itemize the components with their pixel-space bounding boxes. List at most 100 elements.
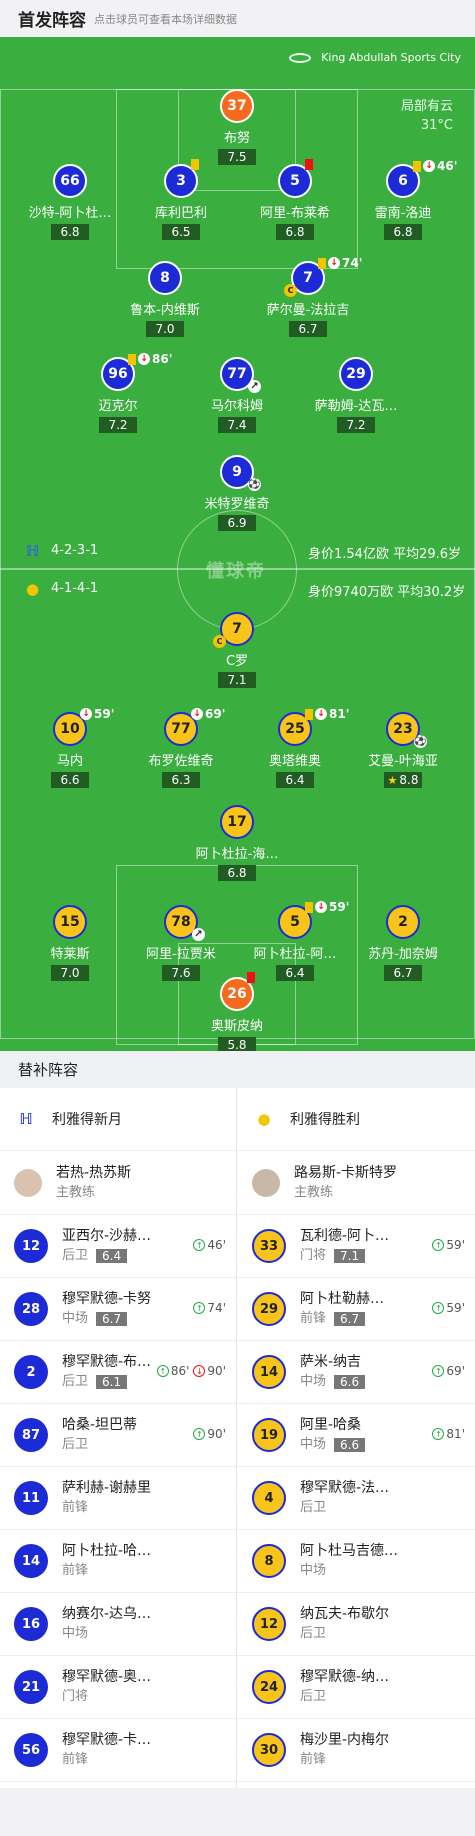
player-rating: 6.9 [218, 515, 256, 531]
player-home-d1[interactable]: 66 沙特-阿卜杜… 6.8 [15, 164, 125, 240]
player-rating: 6.8 [384, 224, 422, 240]
player-away-m4[interactable]: 23 ⚽ 艾曼-叶海亚 ★ 8.8 [348, 712, 458, 788]
jersey-number: 8 [148, 261, 182, 295]
player-away-d2[interactable]: 78 ↗ 阿里-拉贾米 7.6 [126, 905, 236, 981]
coach-name: 若热-热苏斯 [56, 1164, 132, 1181]
home-team-info: ℍ 4-2-3-1 身价1.54亿欧 平均29.6岁 [0, 539, 475, 563]
player-home-gk[interactable]: 37 布努 7.5 [182, 89, 292, 165]
player-name: 萨米-纳吉 [300, 1354, 362, 1370]
away-team-row[interactable]: ● 利雅得胜利 [238, 1088, 475, 1151]
player-away-d4[interactable]: 2 苏丹-加奈姆 6.7 [348, 905, 458, 981]
yellow-card-icon [413, 160, 421, 172]
player-rating: 7.5 [218, 149, 256, 165]
weather-text: 局部有云 [400, 99, 453, 114]
player-rating: 6.4 [276, 772, 314, 788]
header-hint: 点击球员可查看本场详细数据 [94, 12, 237, 26]
weather: 局部有云 31°C [401, 97, 453, 135]
jersey-number: 14 [14, 1544, 48, 1578]
player-position: 前锋 [62, 1563, 89, 1578]
home-coach-row[interactable]: 若热-热苏斯 主教练 [0, 1151, 236, 1215]
coach-avatar [252, 1168, 280, 1197]
player-rating: 7.4 [218, 417, 256, 433]
player-home-a2[interactable]: 77 ↗ 马尔科姆 7.4 [182, 357, 292, 433]
player-rating: 6.8 [218, 865, 256, 881]
player-name: 穆罕默德-奥… [62, 1669, 152, 1685]
player-name: 米特罗维奇 [204, 497, 270, 512]
sub-out-icon: ↓ [191, 708, 203, 720]
sub-player-row[interactable]: 56 穆罕默德-卡… 前锋 [0, 1719, 236, 1782]
sub-player-row[interactable]: 24 穆罕默德-纳… 后卫 [238, 1656, 475, 1719]
sub-player-row[interactable]: 14 萨米-纳吉 中场 6.6 ↑ 69' [238, 1341, 475, 1404]
sub-player-row[interactable]: 8 阿卜杜马吉德… 中场 [238, 1530, 475, 1593]
sub-events: ↑ 74' [193, 1301, 226, 1315]
sub-player-row[interactable]: 2 穆罕默德-布… 后卫 6.1 ↑ 86' ↓ 90' [0, 1341, 236, 1404]
jersey-number: 17 [220, 805, 254, 839]
sub-events: ↑ 69' [432, 1364, 465, 1378]
player-away-m3[interactable]: 25 ↓ 81' 奥塔维奥 6.4 [240, 707, 350, 788]
player-name: 穆罕默德-布… [62, 1354, 152, 1370]
player-position: 后卫 [62, 1248, 89, 1263]
player-home-m2[interactable]: 7 ↓ 74' C 萨尔曼-法拉吉 6.7 [253, 256, 363, 337]
card-badges [191, 159, 201, 170]
player-name: 迈克尔 [98, 399, 138, 414]
player-name: 萨利赫-谢赫里 [62, 1480, 152, 1496]
event-badges: ↓ 59' [80, 707, 114, 721]
sub-player-row[interactable]: 33 瓦利德-阿卜… 门将 7.1 ↑ 59' [238, 1215, 475, 1278]
sub-player-row[interactable]: 12 亚西尔-沙赫… 后卫 6.4 ↑ 46' [0, 1215, 236, 1278]
sub-events: ↑ 90' [193, 1427, 226, 1441]
player-away-m2[interactable]: 77 ↓ 69' 布罗佐维奇 6.3 [126, 707, 236, 788]
player-away-f1[interactable]: 7 C C罗 7.1 [182, 612, 292, 688]
player-home-d3[interactable]: 5 阿里-布莱希 6.8 [240, 159, 350, 240]
sub-player-row[interactable]: 4 穆罕默德-法… 后卫 [238, 1467, 475, 1530]
coach-avatar [14, 1168, 42, 1197]
jersey-number: 37 [220, 89, 254, 123]
player-away-d1[interactable]: 15 特莱斯 7.0 [15, 905, 125, 981]
player-name: 纳瓦夫-布歇尔 [300, 1606, 390, 1622]
star-icon: ★ [387, 774, 398, 787]
player-home-m1[interactable]: 8 鲁本-内维斯 7.0 [110, 261, 220, 337]
assist-icon: ↗ [192, 928, 205, 941]
venue-name: King Abdullah Sports City [321, 51, 461, 64]
jersey-circle: 23 ⚽ [386, 712, 427, 748]
jersey-circle: 5 [278, 159, 313, 198]
jersey-number: 30 [252, 1733, 286, 1767]
player-home-d2[interactable]: 3 库利巴利 6.5 [126, 159, 236, 240]
player-name: 雷南-洛迪 [374, 206, 432, 221]
player-home-d4[interactable]: 6 ↓ 46' 雷南-洛迪 6.8 [348, 159, 458, 240]
sub-player-row[interactable]: 87 哈桑-坦巴蒂 后卫 ↑ 90' [0, 1404, 236, 1467]
player-away-d3[interactable]: 5 ↓ 59' 阿卜杜拉-阿… 6.4 [240, 900, 350, 981]
sub-events: ↑ 81' [432, 1427, 465, 1441]
player-away-m1[interactable]: 10 ↓ 59' 马内 6.6 [15, 707, 125, 788]
player-name: 穆罕默德-卡… [62, 1732, 152, 1748]
sub-player-row[interactable]: 28 穆罕默德-卡努 中场 6.7 ↑ 74' [0, 1278, 236, 1341]
sub-out-icon: ↓ [315, 901, 327, 913]
player-home-a3[interactable]: 29 萨勒姆-达瓦… 7.2 [301, 357, 411, 433]
away-coach-row[interactable]: 路易斯-卡斯特罗 主教练 [238, 1151, 475, 1215]
sub-player-row[interactable]: 21 穆罕默德-奥… 门将 [0, 1656, 236, 1719]
player-away-dm[interactable]: 17 阿卜杜拉-海… 6.8 [182, 805, 292, 881]
home-team-row[interactable]: ℍ 利雅得新月 [0, 1088, 236, 1151]
away-crest-icon: ● [257, 1110, 271, 1128]
jersey-circle: 25 ↓ 81' [278, 707, 349, 746]
sub-player-row[interactable]: 30 梅沙里-内梅尔 前锋 [238, 1719, 475, 1782]
sub-player-row[interactable]: 11 萨利赫-谢赫里 前锋 [0, 1467, 236, 1530]
sub-player-row[interactable]: 14 阿卜杜拉-哈… 前锋 [0, 1530, 236, 1593]
player-away-gk[interactable]: 26 奥斯皮纳 5.8 [182, 972, 292, 1051]
jersey-number: 21 [14, 1670, 48, 1704]
player-home-a1[interactable]: 96 ↓ 86' 迈克尔 7.2 [63, 352, 173, 433]
goal-ball-icon: ⚽ [414, 735, 427, 748]
home-value-age: 身价1.54亿欧 平均29.6岁 [308, 547, 462, 562]
sub-out-icon: ↓ [423, 160, 435, 172]
pitch: King Abdullah Sports City 局部有云 31°C 懂球帝 … [0, 37, 475, 1051]
coach-role: 主教练 [56, 1184, 96, 1200]
team-name: 利雅得胜利 [290, 1112, 360, 1128]
sub-out-icon: ↓ [315, 708, 327, 720]
player-position: 前锋 [62, 1752, 89, 1767]
sub-player-row[interactable]: 29 阿卜杜勒赫… 前锋 6.7 ↑ 59' [238, 1278, 475, 1341]
player-home-f1[interactable]: 9 ⚽ 米特罗维奇 6.9 [182, 455, 292, 531]
sub-player-row[interactable]: 19 阿里-哈桑 中场 6.6 ↑ 81' [238, 1404, 475, 1467]
sub-player-row[interactable]: 12 纳瓦夫-布歇尔 后卫 [238, 1593, 475, 1656]
sub-player-row[interactable]: 16 纳赛尔-达乌… 中场 [0, 1593, 236, 1656]
player-rating: 6.7 [96, 1312, 128, 1326]
player-rating: 6.3 [162, 772, 200, 788]
